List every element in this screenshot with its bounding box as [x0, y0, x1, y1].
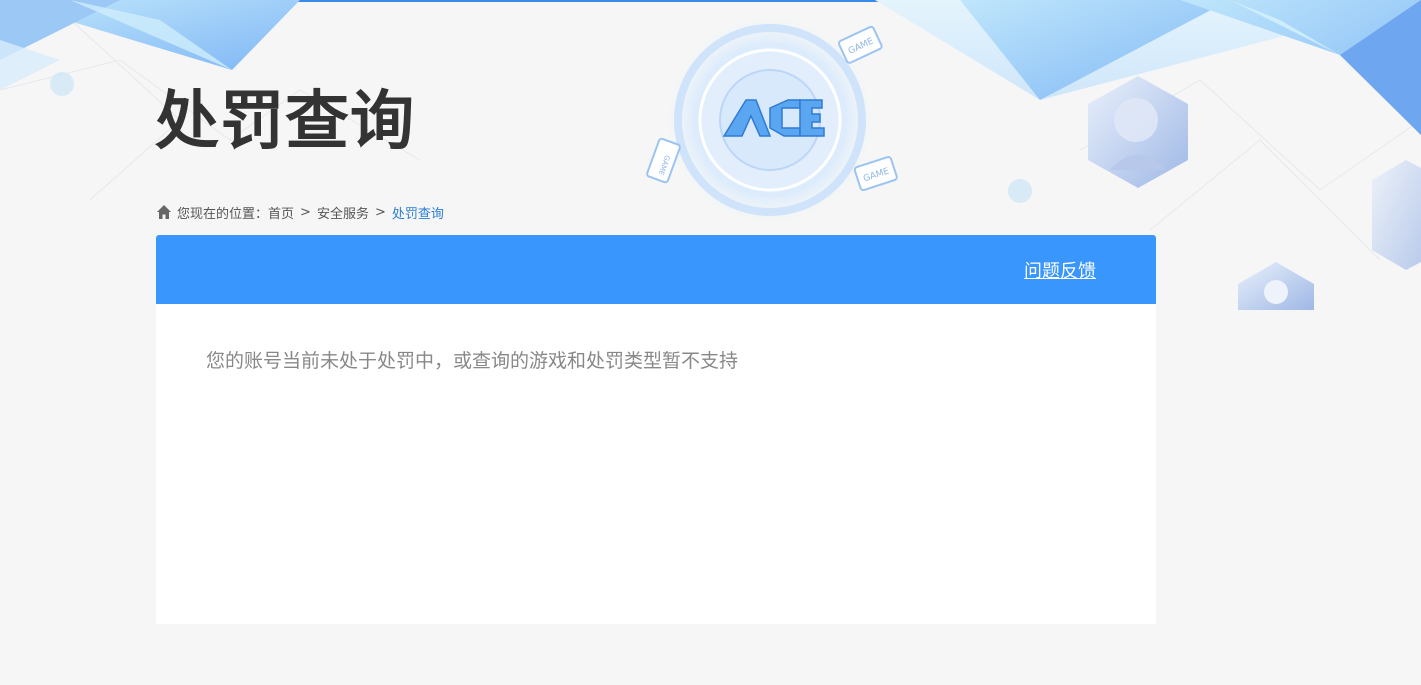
character-hexagon — [1238, 262, 1314, 310]
card-header: 问题反馈 — [156, 235, 1156, 304]
breadcrumb-item-current: 处罚查询 — [391, 206, 444, 222]
game-badge-icon: GAME — [837, 25, 883, 64]
breadcrumb-item-home[interactable]: 首页 — [268, 203, 294, 222]
game-badge-icon: GAME — [646, 137, 681, 184]
result-panel: 您的账号当前未处于处罚中，或查询的游戏和处罚类型暂不支持 — [156, 304, 1156, 624]
breadcrumb: 您现在的位置： 首页 > 安全服务 > 处罚查询 — [156, 202, 444, 222]
top-left-triangles — [0, 0, 300, 90]
home-icon — [157, 205, 171, 219]
breadcrumb-separator: > — [300, 204, 311, 220]
bubble — [1008, 179, 1032, 203]
breadcrumb-item-security-services[interactable]: 安全服务 — [317, 203, 369, 222]
feedback-link[interactable]: 问题反馈 — [1024, 257, 1096, 283]
bubble — [50, 72, 74, 96]
breadcrumb-separator: > — [374, 204, 386, 220]
character-hexagon — [1088, 76, 1188, 188]
result-message: 您的账号当前未处于处罚中，或查询的游戏和处罚类型暂不支持 — [206, 350, 739, 372]
character-hexagon — [1372, 160, 1421, 270]
page-title: 处罚查询 — [155, 85, 415, 159]
breadcrumb-prefix: 您现在的位置： — [177, 206, 269, 222]
